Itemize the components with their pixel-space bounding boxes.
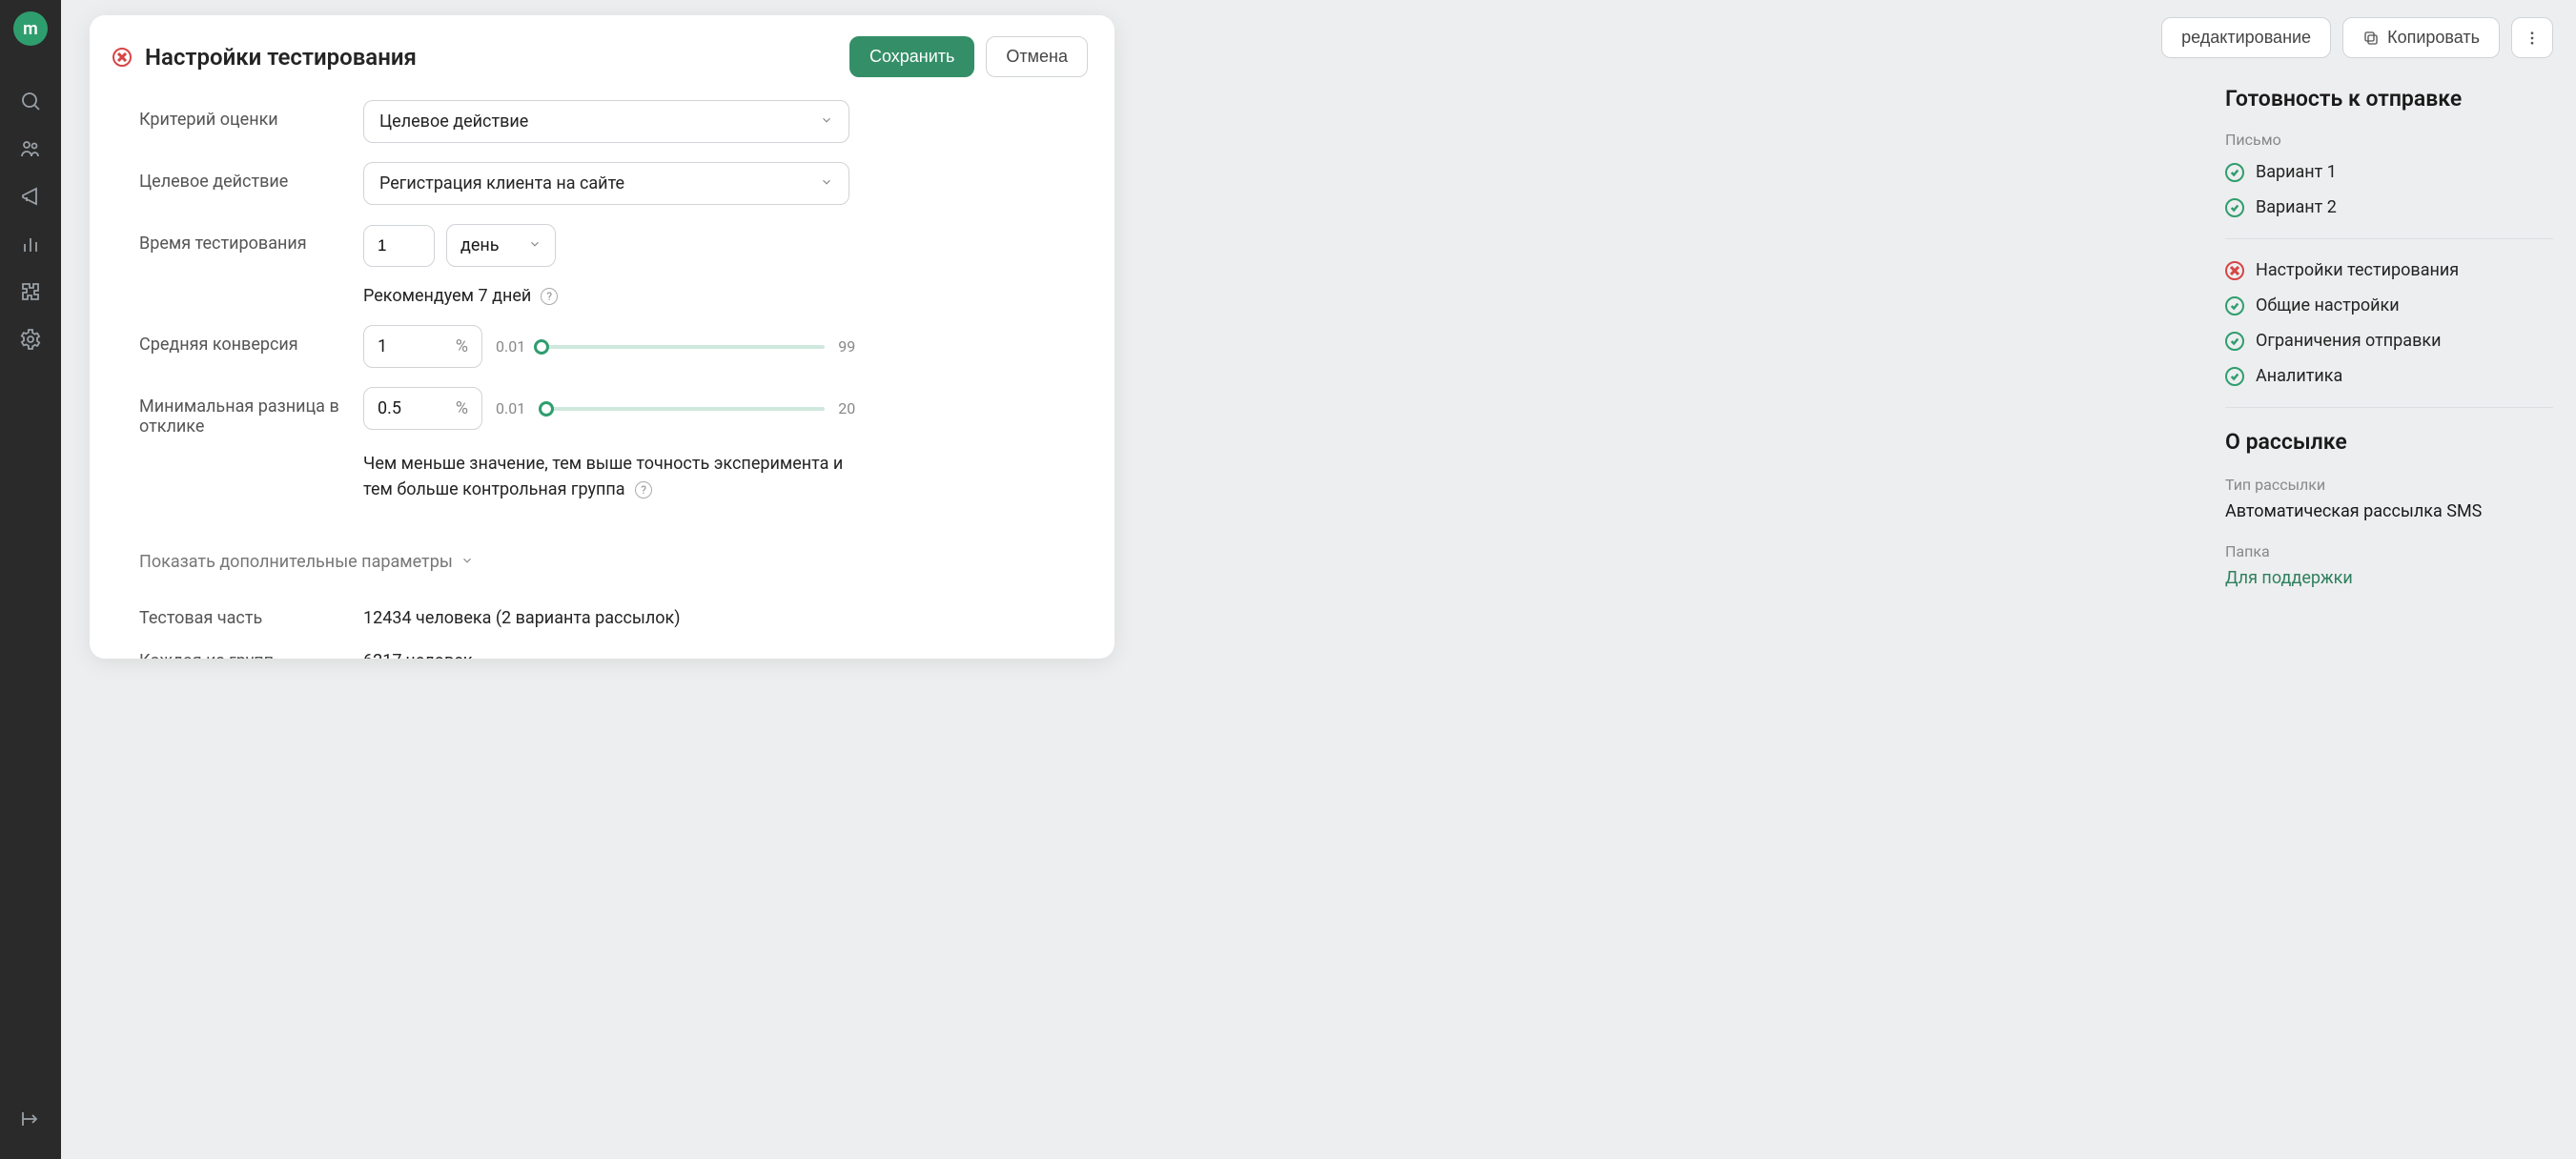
settings-icon[interactable] — [10, 318, 51, 360]
avg-conversion-label: Средняя конверсия — [139, 325, 363, 355]
avg-conversion-input[interactable]: 1 % — [363, 325, 482, 368]
readiness-item-variant2[interactable]: Вариант 2 — [2225, 197, 2553, 217]
integrations-icon[interactable] — [10, 271, 51, 313]
avg-conv-max: 99 — [838, 337, 855, 356]
about-folder-link[interactable]: Для поддержки — [2225, 568, 2553, 588]
check-ok-icon — [2225, 198, 2244, 217]
save-button[interactable]: Сохранить — [849, 36, 974, 77]
modal-title: Настройки тестирования — [145, 44, 417, 71]
slider-thumb[interactable] — [539, 401, 554, 417]
help-icon[interactable]: ? — [635, 481, 652, 498]
test-time-unit: день — [460, 235, 500, 255]
readiness-item-general-settings[interactable]: Общие настройки — [2225, 295, 2553, 315]
chevron-down-icon — [820, 112, 833, 132]
criterion-select[interactable]: Целевое действие — [363, 100, 849, 143]
edit-label: редактирование — [2181, 28, 2311, 48]
copy-label: Копировать — [2387, 28, 2480, 48]
recommend-note: Рекомендуем 7 дней ? — [363, 286, 859, 306]
readiness-item-send-limits[interactable]: Ограничения отправки — [2225, 331, 2553, 351]
about-title: О рассылке — [2225, 429, 2553, 455]
criterion-label: Критерий оценки — [139, 100, 363, 130]
readiness-panel: Готовность к отправке Письмо Вариант 1 В… — [2225, 86, 2553, 609]
collapse-icon[interactable] — [10, 1098, 51, 1140]
avg-conversion-slider[interactable] — [539, 345, 825, 349]
min-diff-label: Минимальная разница в отклике — [139, 387, 363, 437]
letter-section-label: Письмо — [2225, 131, 2553, 149]
divider — [2225, 407, 2553, 408]
audience-icon[interactable] — [10, 128, 51, 170]
target-action-value: Регистрация клиента на сайте — [379, 173, 624, 193]
check-ok-icon — [2225, 163, 2244, 182]
side-navigation: m — [0, 0, 61, 1159]
target-action-select[interactable]: Регистрация клиента на сайте — [363, 162, 849, 205]
search-icon[interactable] — [10, 80, 51, 122]
each-group-label: Каждая из групп — [139, 651, 363, 659]
chevron-down-icon — [820, 173, 833, 193]
analytics-icon[interactable] — [10, 223, 51, 265]
testing-settings-modal: Настройки тестирования Сохранить Отмена … — [90, 15, 1114, 659]
criterion-value: Целевое действие — [379, 112, 528, 132]
check-ok-icon — [2225, 296, 2244, 315]
copy-icon — [2362, 30, 2380, 47]
status-error-icon — [112, 48, 132, 67]
test-time-unit-select[interactable]: день — [446, 224, 556, 267]
target-action-label: Целевое действие — [139, 162, 363, 192]
min-diff-max: 20 — [838, 399, 855, 417]
modal-header: Настройки тестирования Сохранить Отмена — [90, 15, 1114, 94]
min-diff-slider[interactable] — [539, 407, 825, 411]
cancel-button[interactable]: Отмена — [986, 36, 1088, 77]
readiness-item-variant1[interactable]: Вариант 1 — [2225, 162, 2553, 182]
app-logo: m — [13, 11, 48, 46]
test-part-label: Тестовая часть — [139, 608, 363, 628]
edit-button[interactable]: редактирование — [2161, 17, 2331, 58]
check-error-icon — [2225, 261, 2244, 280]
each-group-value: 6217 человек — [363, 651, 473, 659]
chevron-down-icon — [460, 552, 474, 572]
about-folder-label: Папка — [2225, 542, 2553, 560]
readiness-item-analytics[interactable]: Аналитика — [2225, 366, 2553, 386]
slider-thumb[interactable] — [534, 339, 549, 355]
copy-button[interactable]: Копировать — [2342, 17, 2500, 58]
readiness-title: Готовность к отправке — [2225, 86, 2553, 112]
check-ok-icon — [2225, 367, 2244, 386]
check-ok-icon — [2225, 332, 2244, 351]
campaigns-icon[interactable] — [10, 175, 51, 217]
chevron-down-icon — [528, 235, 542, 255]
readiness-item-testing-settings[interactable]: Настройки тестирования — [2225, 260, 2553, 280]
test-time-label: Время тестирования — [139, 224, 363, 254]
show-advanced-toggle[interactable]: Показать дополнительные параметры — [139, 552, 474, 572]
divider — [2225, 238, 2553, 239]
page-toolbar: редактирование Копировать — [2161, 17, 2553, 58]
about-type-value: Автоматическая рассылка SMS — [2225, 501, 2553, 521]
precision-note: Чем меньше значение, тем выше точность э… — [363, 451, 859, 502]
test-part-value: 12434 человека (2 варианта рассылок) — [363, 608, 681, 628]
avg-conv-min: 0.01 — [496, 337, 525, 356]
about-type-label: Тип рассылки — [2225, 476, 2553, 494]
more-vertical-icon — [2524, 30, 2541, 47]
min-diff-min: 0.01 — [496, 399, 525, 417]
min-diff-input[interactable]: 0.5 % — [363, 387, 482, 430]
more-actions-button[interactable] — [2511, 17, 2553, 58]
help-icon[interactable]: ? — [541, 288, 558, 305]
test-time-input[interactable] — [363, 225, 435, 267]
